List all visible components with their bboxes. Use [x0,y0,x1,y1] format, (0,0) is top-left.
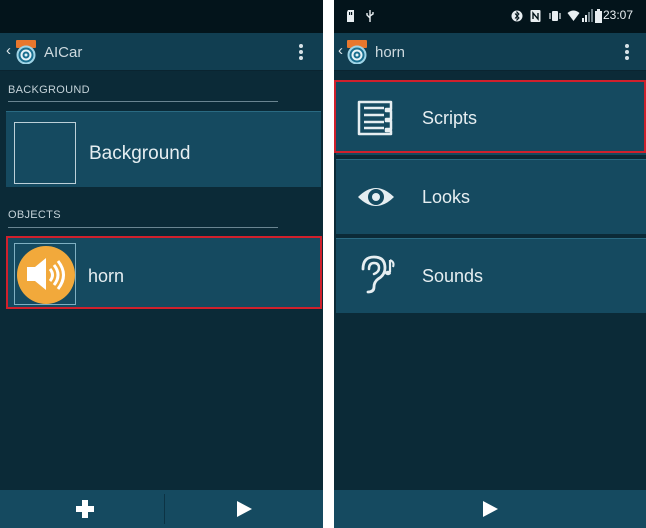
page-title: horn [375,44,406,61]
ear-icon [361,255,395,294]
selection-highlight [334,80,646,153]
bottom-bar [334,490,646,528]
action-bar: ‹ horn [334,33,646,71]
plus-icon[interactable] [74,498,96,520]
menu-item-looks[interactable]: Looks [336,159,646,234]
vibrate-icon [549,11,561,21]
play-icon[interactable] [479,498,501,520]
signal-icon [582,9,593,22]
action-bar: ‹ AICar [0,33,323,71]
status-bar: 23:07 [334,0,646,33]
background-tile[interactable]: Background [6,111,321,187]
section-header-objects: OBJECTS [8,209,61,221]
right-screen: 23:07 ‹ horn Scripts Looks Sounds [334,0,646,528]
section-divider [8,227,278,228]
status-bar [0,0,323,33]
eye-icon [358,188,394,206]
section-header-background: BACKGROUND [8,84,90,96]
app-logo-icon[interactable] [345,40,369,64]
app-logo-icon[interactable] [14,40,38,64]
status-time: 23:07 [603,8,634,22]
nfc-icon [530,10,541,22]
bottom-bar [0,490,323,528]
wifi-icon [567,10,580,21]
left-screen: ‹ AICar BACKGROUND Background OBJECTS ho… [0,0,323,528]
back-arrow-icon[interactable]: ‹ [6,43,11,58]
bluetooth-icon [511,10,523,22]
background-thumbnail [14,122,76,184]
play-icon[interactable] [233,498,255,520]
background-label: Background [89,143,191,164]
overflow-menu-icon[interactable] [299,44,303,60]
battery-icon [595,9,602,23]
back-arrow-icon[interactable]: ‹ [338,43,343,58]
page-title: AICar [44,44,83,61]
selection-highlight [6,236,322,309]
usb-icon [366,10,374,22]
sd-card-icon [347,10,354,22]
section-divider [8,101,278,102]
menu-item-sounds[interactable]: Sounds [336,238,646,313]
overflow-menu-icon[interactable] [625,44,629,60]
bottom-bar-divider [164,494,165,524]
menu-label-looks: Looks [422,187,471,207]
menu-label-sounds: Sounds [422,266,484,286]
